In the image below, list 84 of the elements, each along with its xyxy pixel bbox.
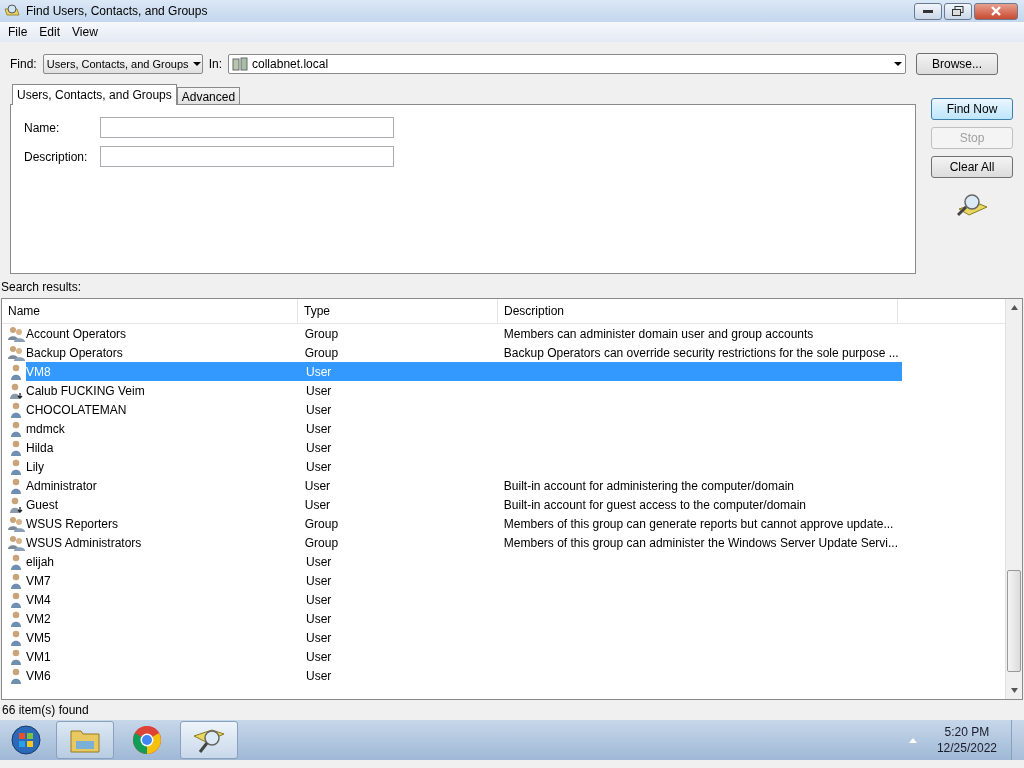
window-title: Find Users, Contacts, and Groups — [26, 4, 208, 18]
type-cell-text: User — [304, 497, 332, 512]
column-header[interactable]: Description — [498, 299, 898, 323]
result-row[interactable]: VM6 User — [26, 666, 902, 685]
name-cell-text: Calub FUCKING Veim — [26, 383, 146, 398]
result-row[interactable]: mdmck User — [26, 419, 902, 438]
description-cell-text: Backup Operators can override security restrictions for the sole purpose ... — [503, 345, 900, 360]
column-header[interactable]: Type — [298, 299, 498, 323]
name-cell-text: Administrator — [26, 478, 98, 493]
field-label: Name: — [24, 120, 61, 135]
tab[interactable]: Users, Contacts, and Groups — [12, 84, 177, 105]
description-cell-text: Members of this group can administer the Windows Server Update Servi... — [503, 535, 899, 550]
result-row[interactable]: Backup Operators Group Backup Operators can override security restrictions for the sole purpose ... — [26, 343, 902, 362]
menu-item[interactable]: Edit — [33, 25, 67, 39]
result-row[interactable]: CHOCOLATEMAN User — [26, 400, 902, 419]
clock-date[interactable]: 12/25/2022 — [936, 741, 997, 755]
name-cell-text: WSUS Administrators — [26, 535, 143, 550]
menu-item[interactable]: File — [2, 25, 34, 39]
menu-item[interactable]: View — [66, 25, 104, 39]
name-cell-text: VM4 — [26, 592, 52, 607]
type-cell-text: User — [306, 554, 333, 569]
type-cell-text: User — [306, 573, 333, 588]
result-row[interactable]: Hilda User — [26, 438, 902, 457]
result-row[interactable]: VM1 User — [26, 647, 902, 666]
description-cell-text: Built-in account for guest access to the computer/domain — [503, 497, 807, 512]
name-cell-text: VM1 — [26, 649, 52, 664]
description-cell-text: Members can administer domain user and group accounts — [503, 326, 815, 341]
result-row[interactable]: Lily User — [26, 457, 902, 476]
name-cell-text: Account Operators — [26, 326, 128, 341]
type-cell-text: User — [306, 592, 333, 607]
description-cell-text: Built-in account for administering the computer/domain — [503, 478, 795, 493]
result-row[interactable]: Administrator User Built-in account for administering the computer/domain — [26, 476, 902, 495]
result-row[interactable]: VM2 User — [26, 609, 902, 628]
type-cell-text: User — [306, 383, 333, 398]
name-cell-text: VM2 — [26, 611, 52, 626]
name-cell-text: elijah — [26, 554, 56, 569]
name-cell-text: VM7 — [26, 573, 52, 588]
clock-time[interactable]: 5:20 PM — [944, 725, 990, 739]
result-row[interactable]: VM7 User — [26, 571, 902, 590]
result-row[interactable]: Calub FUCKING Veim User — [26, 381, 902, 400]
name-cell-text: Hilda — [26, 440, 55, 455]
type-cell-text: Group — [304, 535, 340, 550]
name-cell-text: Backup Operators — [26, 345, 124, 360]
type-cell-text: User — [306, 440, 333, 455]
result-row[interactable]: Account Operators Group Members can administer domain user and group accounts — [26, 324, 902, 343]
type-cell-text: Group — [304, 326, 340, 341]
in-label: In: — [208, 57, 223, 71]
name-cell-text: VM8 — [26, 364, 52, 379]
tab[interactable]: Advanced — [176, 87, 241, 105]
type-cell-text: User — [306, 459, 333, 474]
description-cell-text: Members of this group can generate reports but cannot approve update... — [503, 516, 895, 531]
type-cell-text: User — [306, 402, 333, 417]
result-row[interactable]: Guest User Built-in account for guest access to the computer/domain — [26, 495, 902, 514]
find-label: Find: — [10, 57, 37, 71]
name-cell-text: VM6 — [26, 668, 52, 683]
type-cell-text: User — [306, 364, 333, 379]
name-cell-text: CHOCOLATEMAN — [26, 402, 128, 417]
in-dropdown[interactable]: collabnet.local — [228, 54, 907, 74]
type-cell-text: Group — [304, 345, 340, 360]
type-cell-text: User — [306, 668, 333, 683]
type-cell-text: User — [306, 649, 333, 664]
status-text: 66 item(s) found — [1, 702, 90, 719]
result-row[interactable]: WSUS Reporters Group Members of this group can generate reports but cannot approve update... — [26, 514, 902, 533]
field-label: Description: — [24, 149, 89, 164]
type-cell-text: User — [306, 421, 333, 436]
result-row[interactable]: WSUS Administrators Group Members of this group can administer the Windows Server Update Servi... — [26, 533, 902, 552]
result-row[interactable]: VM4 User — [26, 590, 902, 609]
name-cell-text: VM5 — [26, 630, 52, 645]
type-cell-text: User — [304, 478, 332, 493]
find-dropdown[interactable]: Users, Contacts, and Groups — [42, 54, 203, 74]
action-button[interactable]: Find Now — [931, 98, 1013, 120]
name-cell-text: WSUS Reporters — [26, 516, 120, 531]
name-cell-text: mdmck — [26, 421, 66, 436]
results-label: Search results: — [0, 279, 83, 296]
browse-button[interactable]: Browse... — [916, 53, 999, 75]
name-cell-text: Guest — [26, 497, 59, 512]
action-button[interactable]: Clear All — [931, 156, 1013, 178]
type-cell-text: User — [306, 611, 333, 626]
result-row[interactable]: elijah User — [26, 552, 902, 571]
type-cell-text: User — [306, 630, 333, 645]
column-header[interactable]: Name — [2, 299, 298, 323]
type-cell-text: Group — [304, 516, 340, 531]
name-cell-text: Lily — [26, 459, 45, 474]
result-row[interactable]: VM5 User — [26, 628, 902, 647]
